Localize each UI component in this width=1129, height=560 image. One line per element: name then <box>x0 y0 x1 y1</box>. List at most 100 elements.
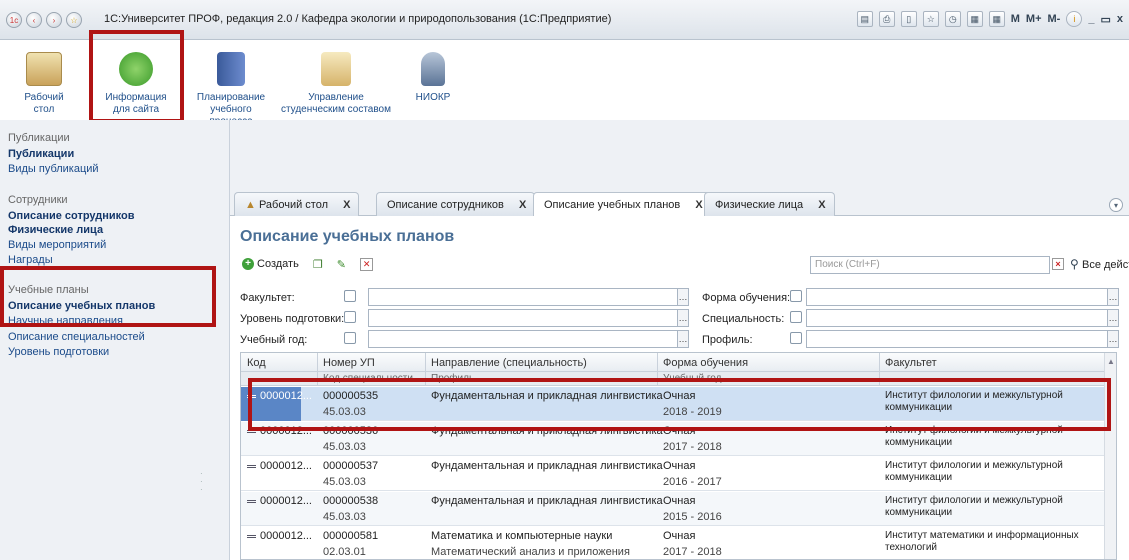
section-label-line1: Рабочий <box>24 92 64 103</box>
search-input[interactable]: Поиск (Ctrl+F) <box>810 256 1050 274</box>
history-icon[interactable]: ◷ <box>944 11 961 27</box>
tab-staff[interactable]: Описание сотрудников X <box>376 192 536 216</box>
specialty-select-button[interactable]: … <box>1107 309 1119 327</box>
close-icon[interactable]: X <box>818 199 825 211</box>
section-label-line1: Управление <box>308 92 364 103</box>
book-icon <box>217 52 245 86</box>
calculator-icon[interactable]: ▦ <box>966 11 983 27</box>
study-form-label: Форма обучения: <box>702 292 791 304</box>
profile-checkbox[interactable] <box>790 332 802 344</box>
nav-item-staff-description[interactable]: Описание сотрудников <box>8 210 135 222</box>
spec-code-cell: 45.03.03 <box>323 441 366 453</box>
year-select-button[interactable]: … <box>677 330 689 348</box>
close-icon[interactable]: X <box>343 199 350 211</box>
level-field[interactable] <box>368 309 678 327</box>
section-students[interactable]: Управление студенческим составом <box>276 52 396 116</box>
spec-code-cell: 45.03.03 <box>323 476 366 488</box>
section-niokr[interactable]: НИОКР <box>408 52 458 104</box>
tab-desktop[interactable]: ▲ Рабочий стол X <box>234 192 360 216</box>
highlight-frame-nav <box>0 266 216 327</box>
nav-item-awards[interactable]: Награды <box>8 254 53 266</box>
command-bar: + Создать ❐ ✎ ✕ <box>238 254 377 274</box>
section-planning[interactable]: Планирование учебного процесса <box>188 52 274 128</box>
specialty-field[interactable] <box>806 309 1108 327</box>
save-icon[interactable]: ▤ <box>856 11 873 27</box>
nav-item-persons[interactable]: Физические лица <box>8 224 103 236</box>
level-select-button[interactable]: … <box>677 309 689 327</box>
year-field[interactable] <box>368 330 678 348</box>
study-form-cell: Очная <box>663 460 696 472</box>
favorite-add-icon[interactable]: ☆ <box>922 11 939 27</box>
section-desktop[interactable]: Рабочий стол <box>14 52 74 116</box>
close-icon[interactable]: X <box>695 199 702 211</box>
profile-select-button[interactable]: … <box>1107 330 1119 348</box>
close-icon[interactable]: X <box>519 199 526 211</box>
print-icon[interactable]: ⎙ <box>878 11 895 27</box>
number-cell: 000000538 <box>323 495 379 507</box>
delete-icon: ✕ <box>359 257 374 271</box>
scroll-up-icon[interactable]: ▲ <box>1107 357 1115 366</box>
favorites-star-icon[interactable]: ☆ <box>66 12 82 28</box>
desktop-icon <box>26 52 62 86</box>
study-form-checkbox[interactable] <box>790 290 802 302</box>
table-row[interactable]: 0000012... 000000537 45.03.03 Фундаментальн… <box>241 457 1116 491</box>
search-clear-icon[interactable]: × <box>1052 258 1064 270</box>
memory-minus-button[interactable]: M- <box>1048 13 1061 25</box>
level-checkbox[interactable] <box>344 311 356 323</box>
students-card-icon <box>321 52 351 86</box>
column-header-direction[interactable]: Направление (специальность) <box>431 357 587 369</box>
minimize-button[interactable]: _ <box>1088 13 1094 25</box>
memory-plus-button[interactable]: M+ <box>1026 13 1042 25</box>
back-icon[interactable]: ‹ <box>26 12 42 28</box>
faculty-select-button[interactable]: … <box>677 288 689 306</box>
close-window-button[interactable]: x <box>1117 13 1123 25</box>
profile-field[interactable] <box>806 330 1108 348</box>
collapse-icon[interactable]: ▾ <box>1109 198 1123 212</box>
faculty-checkbox[interactable] <box>344 290 356 302</box>
column-header-code[interactable]: Код <box>247 357 266 369</box>
code-cell: 0000012... <box>247 495 312 507</box>
specialty-checkbox[interactable] <box>790 311 802 323</box>
study-form-field[interactable] <box>806 288 1108 306</box>
tab-persons[interactable]: Физические лица X <box>704 192 835 216</box>
copy-icon: ❐ <box>312 258 323 271</box>
plus-icon: + <box>242 258 254 270</box>
year-checkbox[interactable] <box>344 332 356 344</box>
memory-m-button[interactable]: M <box>1011 13 1020 25</box>
copy-button[interactable]: ❐ <box>309 255 327 273</box>
nav-item-publication-types[interactable]: Виды публикаций <box>8 163 99 175</box>
all-actions-button[interactable]: Все действия ▾ <box>1082 258 1129 271</box>
nav-item-publications[interactable]: Публикации <box>8 148 74 160</box>
tab-strip: ▲ Рабочий стол X Описание сотрудников X … <box>230 192 1129 217</box>
nav-item-event-types[interactable]: Виды мероприятий <box>8 239 106 251</box>
code-cell: 0000012... <box>247 460 312 472</box>
delete-mark-button[interactable]: ✕ <box>356 255 378 273</box>
app-menu-icon[interactable]: 1c <box>6 12 22 28</box>
nav-item-specialties[interactable]: Описание специальностей <box>8 331 145 343</box>
column-header-number[interactable]: Номер УП <box>323 357 375 369</box>
create-button[interactable]: + Создать <box>238 255 303 273</box>
code-value: 0000012... <box>260 460 312 472</box>
forward-icon[interactable]: › <box>46 12 62 28</box>
faculty-cell-line1: Институт филологии и межкультурной <box>885 495 1063 506</box>
table-row[interactable]: 0000012... 000000538 45.03.03 Фундаментальн… <box>241 492 1116 526</box>
panel-resize-handle[interactable]: · · · <box>200 470 206 500</box>
year-cell: 2016 - 2017 <box>663 476 722 488</box>
tab-label: Описание учебных планов <box>544 199 681 211</box>
item-marker-icon <box>247 534 256 538</box>
preview-icon[interactable]: ▯ <box>900 11 917 27</box>
tab-curricula[interactable]: Описание учебных планов X <box>533 192 712 217</box>
nav-item-training-levels[interactable]: Уровень подготовки <box>8 346 109 358</box>
study-form-select-button[interactable]: … <box>1107 288 1119 306</box>
faculty-field[interactable] <box>368 288 678 306</box>
faculty-cell-line2: коммуникации <box>885 472 953 483</box>
tab-label: Физические лица <box>715 199 804 211</box>
calendar-icon[interactable]: ▦ <box>988 11 1005 27</box>
restore-button[interactable]: ▭ <box>1100 13 1110 26</box>
column-header-study-form[interactable]: Форма обучения <box>663 357 748 369</box>
table-row[interactable]: 0000012... 000000581 02.03.01 Математика и … <box>241 527 1116 559</box>
edit-button[interactable]: ✎ <box>333 255 350 273</box>
info-icon[interactable]: i <box>1066 11 1083 27</box>
search-icon[interactable]: ⚲ <box>1070 257 1079 271</box>
column-header-faculty[interactable]: Факультет <box>885 357 937 369</box>
